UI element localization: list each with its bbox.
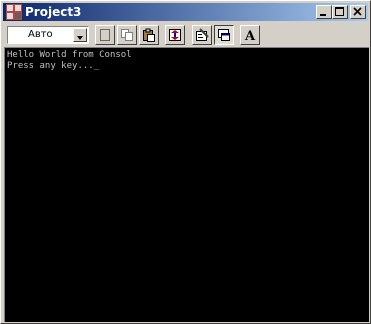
font-button[interactable]: A xyxy=(240,25,260,45)
console-toolbar: Авто A xyxy=(3,22,368,46)
maximize-icon xyxy=(335,7,344,16)
paste-icon xyxy=(143,28,155,42)
mark-button[interactable] xyxy=(95,25,115,45)
close-icon xyxy=(353,7,362,16)
scroll-icon xyxy=(169,29,181,41)
background-icon xyxy=(218,29,230,41)
console-window: Project3 Авто A Hello World from Consol … xyxy=(0,0,371,324)
minimize-button[interactable] xyxy=(316,5,332,19)
paste-button[interactable] xyxy=(139,25,159,45)
chevron-down-icon[interactable] xyxy=(73,28,87,42)
font-button-glyph: A xyxy=(244,29,256,43)
font-size-value: Авто xyxy=(28,29,53,40)
copy-icon xyxy=(121,29,133,41)
font-size-select[interactable]: Авто xyxy=(7,26,89,44)
properties-button[interactable] xyxy=(192,25,212,45)
close-button[interactable] xyxy=(350,5,366,19)
console-line: Hello World from Consol xyxy=(7,50,132,60)
title-bar[interactable]: Project3 xyxy=(3,3,368,21)
console-output[interactable]: Hello World from Consol Press any key...… xyxy=(4,47,369,322)
copy-button[interactable] xyxy=(117,25,137,45)
scroll-button[interactable] xyxy=(165,25,185,45)
maximize-button[interactable] xyxy=(332,5,348,19)
mark-icon xyxy=(100,29,110,41)
background-button[interactable] xyxy=(214,25,234,45)
app-icon[interactable] xyxy=(6,4,22,20)
font-icon: A xyxy=(244,29,256,43)
properties-icon xyxy=(196,28,209,41)
console-line: Press any key..._ xyxy=(7,61,100,71)
window-title: Project3 xyxy=(25,5,82,19)
minimize-icon xyxy=(320,14,326,16)
